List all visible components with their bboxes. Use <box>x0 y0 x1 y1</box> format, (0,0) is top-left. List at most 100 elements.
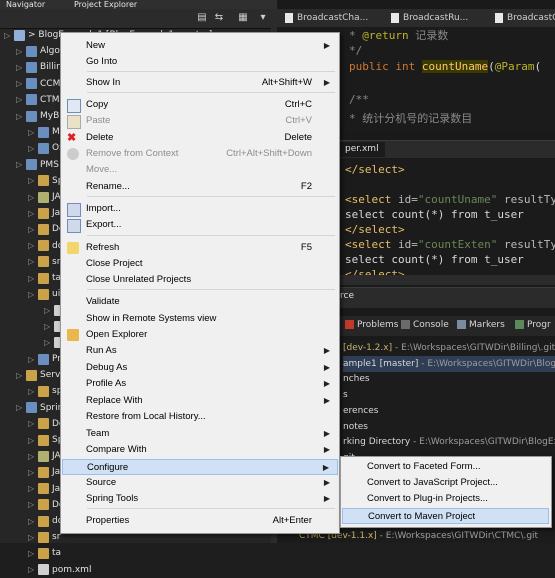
menu-item-source[interactable]: Source ▶ <box>62 475 338 491</box>
expand-arrow-icon[interactable]: ▷ <box>28 562 38 578</box>
tab-markers[interactable]: Markers <box>457 318 505 333</box>
editor-tab-3[interactable]: BroadcastCha... <box>495 11 555 26</box>
expand-arrow-icon[interactable]: ▷ <box>44 335 54 351</box>
git-repo-row[interactable]: rking Directory - E:\Workspaces\GITWDir\… <box>343 434 555 450</box>
expand-arrow-icon[interactable]: ▷ <box>28 141 38 157</box>
expand-arrow-icon[interactable]: ▷ <box>28 416 38 432</box>
menu-item-team[interactable]: Team ▶ <box>62 426 338 442</box>
xml-editor-tab[interactable]: per.xml <box>339 142 385 157</box>
menu-item-open-explorer[interactable]: Open Explorer <box>62 327 338 343</box>
expand-arrow-icon[interactable]: ▷ <box>28 546 38 562</box>
expand-arrow-icon[interactable]: ▷ <box>28 254 38 270</box>
tree-item[interactable]: ▷ pom.xml <box>28 562 91 578</box>
expand-arrow-icon[interactable]: ▷ <box>28 173 38 189</box>
expand-arrow-icon[interactable]: ▷ <box>28 271 38 287</box>
menu-item-import[interactable]: Import... <box>62 201 338 217</box>
menu-item-close-project[interactable]: Close Project <box>62 256 338 272</box>
tree-item[interactable]: ▷ Serve <box>16 367 66 383</box>
expand-arrow-icon[interactable]: ▷ <box>4 28 14 44</box>
expand-arrow-icon[interactable]: ▷ <box>16 44 26 60</box>
tree-item[interactable]: ▷ ui <box>28 286 60 302</box>
tree-item[interactable]: ▷ Sp <box>28 432 63 448</box>
expand-arrow-icon[interactable]: ▷ <box>28 238 38 254</box>
menu-item-go-into[interactable]: Go Into <box>62 54 338 70</box>
expand-arrow-icon[interactable]: ▷ <box>28 125 38 141</box>
collapse-all-icon[interactable]: ▤ <box>195 11 209 24</box>
menu-item-replace-with[interactable]: Replace With ▶ <box>62 393 338 409</box>
expand-arrow-icon[interactable]: ▷ <box>44 319 54 335</box>
menu-item-show-in[interactable]: Show In Alt+Shift+W ▶ <box>62 75 338 91</box>
tab-project-explorer[interactable]: Project Explorer <box>74 0 137 9</box>
git-repo-row[interactable]: [dev-1.2.x] - E:\Workspaces\GITWDir\Bill… <box>343 340 555 356</box>
tree-item[interactable]: ▷ ta <box>28 270 61 286</box>
expand-arrow-icon[interactable]: ▷ <box>16 157 26 173</box>
view-menu-icon[interactable]: ▾ <box>256 11 270 24</box>
menu-item-restore-from-local-history[interactable]: Restore from Local History... <box>62 409 338 425</box>
expand-arrow-icon[interactable]: ▷ <box>16 400 26 416</box>
tree-item[interactable]: ▷ Sp <box>28 173 63 189</box>
expand-arrow-icon[interactable]: ▷ <box>16 60 26 76</box>
tree-item[interactable]: ▷ MyBl <box>16 108 62 124</box>
tree-item[interactable]: ▷ Algor <box>16 43 64 59</box>
expand-arrow-icon[interactable]: ▷ <box>28 481 38 497</box>
menu-item-debug-as[interactable]: Debug As ▶ <box>62 360 338 376</box>
submenu-item-convert-to-maven-project[interactable]: Convert to Maven Project <box>342 508 549 524</box>
expand-arrow-icon[interactable]: ▷ <box>28 514 38 530</box>
tree-item[interactable]: ▷ JA <box>28 189 61 205</box>
tree-item[interactable]: ▷ ta <box>28 545 61 561</box>
menu-item-rename[interactable]: Rename... F2 <box>62 179 338 195</box>
submenu-item-convert-to-javascript-project[interactable]: Convert to JavaScript Project... <box>342 475 549 491</box>
link-with-editor-icon[interactable]: ⇆ <box>212 11 226 24</box>
menu-item-profile-as[interactable]: Profile As ▶ <box>62 376 338 392</box>
menu-item-delete[interactable]: ✖ Delete Delete <box>62 130 338 146</box>
expand-arrow-icon[interactable]: ▷ <box>28 384 38 400</box>
expand-arrow-icon[interactable]: ▷ <box>28 465 38 481</box>
tree-item[interactable]: ▷ CTMC <box>16 92 66 108</box>
tree-item[interactable]: ▷ De <box>28 416 64 432</box>
expand-arrow-icon[interactable]: ▷ <box>28 530 38 546</box>
expand-arrow-icon[interactable]: ▷ <box>16 368 26 384</box>
expand-arrow-icon[interactable]: ▷ <box>28 222 38 238</box>
menu-item-properties[interactable]: Properties Alt+Enter <box>62 513 338 529</box>
expand-arrow-icon[interactable]: ▷ <box>28 497 38 513</box>
tree-item[interactable]: ▷ Sprin <box>16 400 63 416</box>
menu-item-spring-tools[interactable]: Spring Tools ▶ <box>62 491 338 507</box>
menu-item-move[interactable]: Move... <box>62 162 338 178</box>
tab-problems[interactable]: Problems <box>345 318 398 333</box>
menu-item-configure[interactable]: Configure ▶ <box>62 459 338 475</box>
menu-item-copy[interactable]: Copy Ctrl+C <box>62 97 338 113</box>
tree-item[interactable]: ▷ do <box>28 238 63 254</box>
git-repo-row[interactable]: notes <box>343 419 368 435</box>
menu-item-remove-from-context[interactable]: Remove from Context Ctrl+Alt+Shift+Down <box>62 146 338 162</box>
tab-console[interactable]: Console <box>401 318 449 333</box>
git-repo-row[interactable]: ample1 [master] - E:\Workspaces\GITWDir\… <box>343 355 555 372</box>
git-repo-row[interactable]: nches <box>343 371 370 387</box>
expand-arrow-icon[interactable]: ▷ <box>28 206 38 222</box>
tree-item[interactable]: ▷ Ja <box>28 481 60 497</box>
menu-item-run-as[interactable]: Run As ▶ <box>62 343 338 359</box>
menu-item-new[interactable]: New ▶ <box>62 38 338 54</box>
expand-arrow-icon[interactable]: ▷ <box>28 352 38 368</box>
expand-arrow-icon[interactable]: ▷ <box>44 303 54 319</box>
tree-item[interactable]: ▷ JA <box>28 448 61 464</box>
menu-item-validate[interactable]: Validate <box>62 294 338 310</box>
tree-item[interactable]: ▷ sr <box>28 254 60 270</box>
expand-arrow-icon[interactable]: ▷ <box>28 449 38 465</box>
git-repo-row[interactable]: s <box>343 387 348 403</box>
editor-tab-2[interactable]: BroadcastRu... <box>391 11 468 26</box>
menu-item-compare-with[interactable]: Compare With ▶ <box>62 442 338 458</box>
expand-arrow-icon[interactable]: ▷ <box>28 190 38 206</box>
menu-item-refresh[interactable]: Refresh F5 <box>62 240 338 256</box>
expand-arrow-icon[interactable]: ▷ <box>16 92 26 108</box>
git-repo-row[interactable]: erences <box>343 403 378 419</box>
tree-item[interactable]: ▷ De <box>28 497 64 513</box>
tree-item[interactable]: ▷ Ja <box>28 464 60 480</box>
editor-tab-1[interactable]: BroadcastCha... <box>285 11 368 26</box>
menu-item-paste[interactable]: Paste Ctrl+V <box>62 113 338 129</box>
tab-progress[interactable]: Progr <box>515 318 551 333</box>
menu-item-show-in-remote-systems-view[interactable]: Show in Remote Systems view <box>62 311 338 327</box>
submenu-item-convert-to-faceted-form[interactable]: Convert to Faceted Form... <box>342 459 549 475</box>
tab-navigator[interactable]: Navigator <box>6 0 45 9</box>
tree-item[interactable]: ▷ do <box>28 513 63 529</box>
expand-arrow-icon[interactable]: ▷ <box>28 433 38 449</box>
